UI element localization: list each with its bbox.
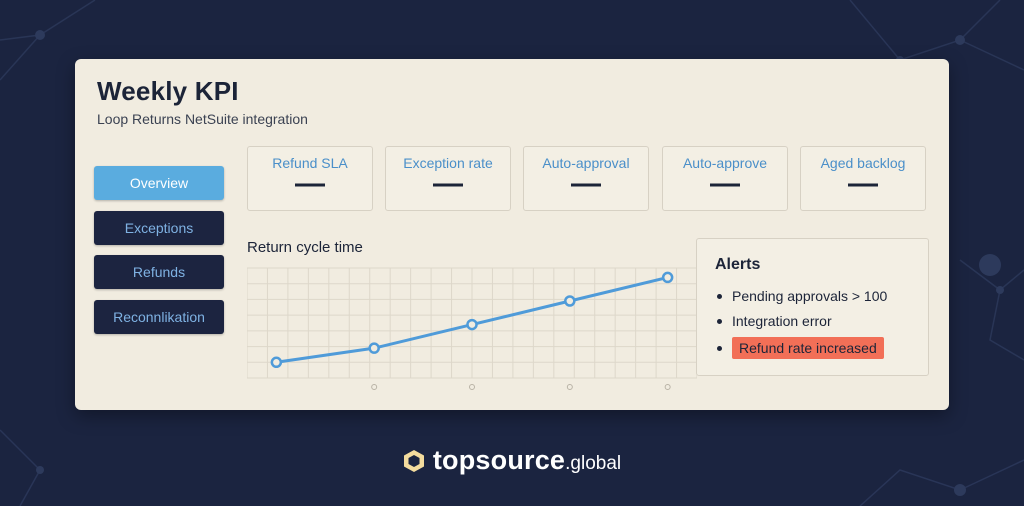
bullet-icon bbox=[717, 318, 722, 324]
data-point bbox=[661, 271, 674, 284]
kpi-dashboard-card: Weekly KPI Loop Returns NetSuite integra… bbox=[75, 59, 949, 410]
alert-item: Pending approvals > 100 bbox=[717, 288, 887, 304]
alert-item-highlighted: Refund rate increased bbox=[717, 337, 884, 359]
page-subtitle: Loop Returns NetSuite integration bbox=[97, 111, 308, 127]
x-tick-marker bbox=[566, 384, 573, 390]
x-tick-marker bbox=[371, 384, 378, 390]
kpi-card-refund-sla: Refund SLA — bbox=[247, 146, 373, 211]
bullet-icon bbox=[717, 293, 722, 299]
kpi-card-aged-backlog: Aged backlog — bbox=[800, 146, 926, 211]
data-point bbox=[270, 356, 283, 369]
kpi-card-exception-rate: Exception rate — bbox=[385, 146, 511, 211]
kpi-value: — bbox=[848, 167, 878, 200]
brand-logo: topsource .global bbox=[0, 445, 1024, 476]
kpi-value: — bbox=[433, 167, 463, 200]
nav-overview-button[interactable]: Overview bbox=[94, 166, 224, 200]
kpi-value: — bbox=[295, 167, 325, 200]
nav-reconciliation-button[interactable]: Reconnlikation bbox=[94, 300, 224, 334]
return-cycle-time-chart bbox=[247, 267, 697, 390]
alerts-title: Alerts bbox=[715, 256, 761, 273]
kpi-value: — bbox=[710, 167, 740, 200]
page-title: Weekly KPI bbox=[97, 76, 239, 106]
kpi-card-auto-approval: Auto-approval — bbox=[523, 146, 649, 211]
data-point bbox=[564, 295, 576, 307]
hexagon-logo-icon bbox=[403, 449, 424, 472]
data-point bbox=[368, 342, 380, 354]
alerts-panel: Alerts Pending approvals > 100 Integrati… bbox=[696, 238, 929, 376]
brand-name: topsource bbox=[432, 445, 566, 475]
brand-suffix: .global bbox=[565, 452, 622, 474]
nav-refunds-button[interactable]: Refunds bbox=[94, 255, 224, 289]
alert-text: Integration error bbox=[732, 313, 832, 329]
alert-text: Pending approvals > 100 bbox=[732, 288, 888, 304]
alert-text-highlight: Refund rate increased bbox=[732, 337, 884, 359]
kpi-value: — bbox=[571, 167, 601, 200]
nav-exceptions-button[interactable]: Exceptions bbox=[94, 211, 224, 245]
x-tick-marker bbox=[469, 384, 475, 390]
bullet-icon bbox=[717, 345, 722, 351]
chart-title: Return cycle time bbox=[247, 239, 363, 256]
x-tick-marker bbox=[664, 384, 671, 390]
data-point bbox=[466, 318, 478, 331]
alert-item: Integration error bbox=[717, 313, 832, 329]
kpi-card-auto-approve: Auto-approve — bbox=[662, 146, 788, 211]
